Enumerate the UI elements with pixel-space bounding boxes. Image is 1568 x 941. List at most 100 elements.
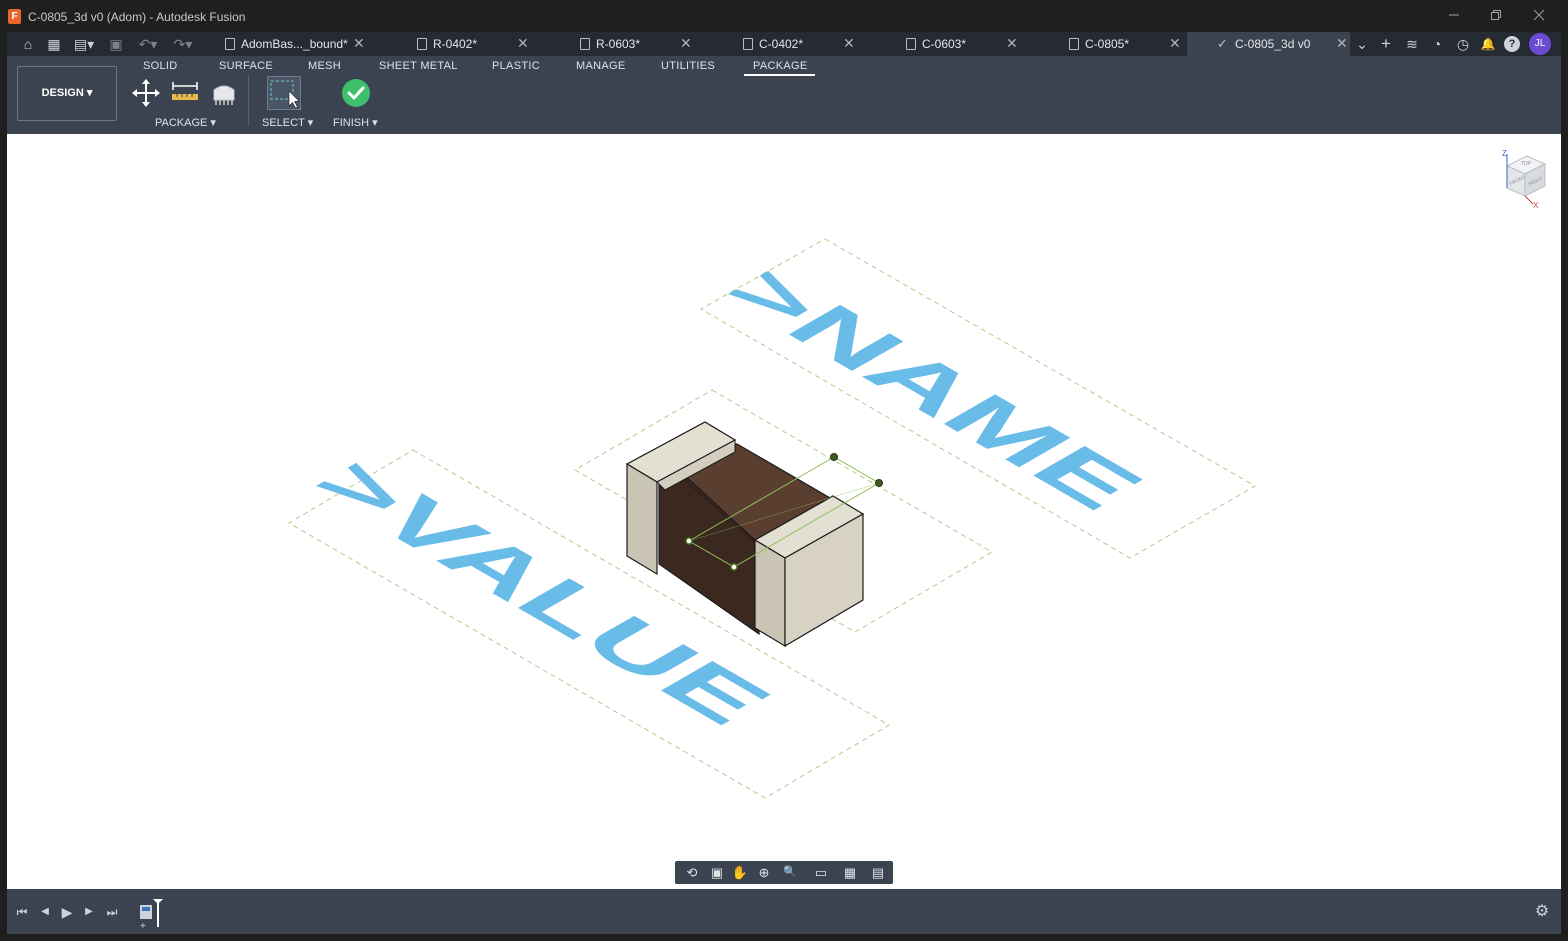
axis-x-label: X [1533, 201, 1539, 210]
timeline-next-icon[interactable]: ▶ [80, 903, 98, 921]
tab-package[interactable]: PACKAGE [753, 60, 807, 72]
viewcube-top-face[interactable]: TOP [1521, 161, 1532, 167]
finish-package-dropdown[interactable]: FINISH ▾ [333, 116, 378, 129]
measure-icon[interactable] [170, 78, 200, 108]
tab-surface[interactable]: SURFACE [219, 60, 273, 72]
axis-z-label: Z [1502, 149, 1507, 158]
toolbar-ribbon: DESIGN ▾ SOLID SURFACE MESH SHEET METAL … [7, 56, 1561, 134]
package-generator-icon[interactable] [209, 78, 239, 108]
document-tab-bar: ⌂ ▦ ▤▾ ▣ ↶▾ ↷▾ AdomBas..._bound* ✕ R-040… [7, 32, 1561, 56]
save-icon[interactable]: ▣ [107, 34, 125, 54]
restore-button[interactable] [1486, 6, 1506, 26]
document-icon [417, 38, 427, 50]
help-icon[interactable]: ? [1504, 36, 1520, 52]
active-tab-indicator [744, 74, 815, 76]
fit-icon[interactable]: 🔍 [777, 863, 803, 882]
tab-overflow-chevron-icon[interactable]: ⌄ [1352, 34, 1372, 54]
tab-label: C-0603* [922, 37, 967, 51]
pan-icon[interactable]: ✋ [730, 863, 750, 882]
minimize-button[interactable] [1444, 6, 1464, 26]
undo-icon[interactable]: ↶▾ [134, 34, 162, 54]
redo-icon[interactable]: ↷▾ [169, 34, 197, 54]
navigation-toolbar: ⟲ ▣ ✋ ⊕ 🔍 ▭ ▦ ▤ [675, 861, 893, 884]
package-group-dropdown[interactable]: PACKAGE ▾ [155, 116, 216, 129]
select-window-icon[interactable] [267, 76, 301, 110]
timeline-feature-icon[interactable]: + [138, 897, 166, 931]
sketch-point[interactable] [875, 479, 883, 487]
extensions-icon[interactable]: ≋ [1402, 34, 1422, 54]
file-menu-icon[interactable]: ▤▾ [71, 34, 97, 54]
data-panel-icon[interactable]: ▦ [45, 34, 63, 54]
document-icon [580, 38, 590, 50]
history-clock-icon[interactable]: ◷ [1453, 34, 1473, 54]
sketch-point[interactable] [685, 537, 693, 545]
select-group-dropdown[interactable]: SELECT ▾ [262, 116, 313, 129]
tab-adombase[interactable]: AdomBas..._bound* ✕ [225, 32, 373, 56]
display-settings-icon[interactable]: ▭ [807, 863, 835, 882]
saved-check-icon: ✓ [1217, 36, 1228, 51]
document-icon [1069, 38, 1079, 50]
tab-r-0603[interactable]: R-0603* ✕ [580, 32, 700, 56]
tab-label: C-0805* [1085, 37, 1130, 51]
finish-checkmark-icon[interactable] [341, 78, 371, 108]
look-at-icon[interactable]: ▣ [707, 863, 727, 882]
home-icon[interactable]: ⌂ [19, 34, 37, 54]
viewcube[interactable]: TOP FRONT RIGHT Z X [1497, 148, 1555, 210]
grid-snaps-icon[interactable]: ▦ [837, 863, 863, 882]
sketch-point[interactable] [830, 453, 838, 461]
window-title: C-0805_3d v0 (Adom) - Autodesk Fusion [28, 10, 246, 24]
ribbon-divider [248, 76, 249, 126]
tab-label: R-0402* [433, 37, 478, 51]
svg-text:+: + [140, 921, 146, 931]
document-icon [743, 38, 753, 50]
tab-close-icon[interactable]: ✕ [353, 35, 365, 52]
fusion-app-icon: F [8, 9, 21, 24]
move-icon[interactable] [131, 78, 161, 108]
timeline-settings-gear-icon[interactable]: ⚙ [1533, 903, 1551, 921]
sketch-point[interactable] [730, 563, 738, 571]
tab-mesh[interactable]: MESH [308, 60, 341, 72]
tab-close-icon[interactable]: ✕ [1169, 35, 1181, 52]
zoom-icon[interactable]: ⊕ [754, 863, 774, 882]
tab-c-0402[interactable]: C-0402* ✕ [743, 32, 863, 56]
tab-manage[interactable]: MANAGE [576, 60, 625, 72]
new-tab-plus-icon[interactable]: + [1376, 34, 1396, 54]
document-icon [906, 38, 916, 50]
tab-sheet-metal[interactable]: SHEET METAL [379, 60, 458, 72]
job-status-icon[interactable]: ◔ [1427, 34, 1447, 54]
tab-close-icon[interactable]: ✕ [1006, 35, 1018, 52]
timeline-play-icon[interactable]: ▶ [58, 903, 76, 921]
title-bar: F C-0805_3d v0 (Adom) - Autodesk Fusion [0, 0, 1568, 32]
viewports-icon[interactable]: ▤ [865, 863, 891, 882]
timeline-bar: ⏮ ◀ ▶ ▶ ⏭ + ⚙ [7, 889, 1561, 934]
tab-plastic[interactable]: PLASTIC [492, 60, 540, 72]
tab-label: C-0402* [759, 37, 804, 51]
tab-r-0402[interactable]: R-0402* ✕ [417, 32, 537, 56]
tab-close-icon[interactable]: ✕ [843, 35, 855, 52]
tab-label: R-0603* [596, 37, 641, 51]
tab-close-icon[interactable]: ✕ [517, 35, 529, 52]
document-icon [225, 38, 235, 50]
user-avatar[interactable]: JL [1529, 33, 1551, 55]
close-icon [1533, 9, 1545, 21]
timeline-prev-icon[interactable]: ◀ [36, 903, 54, 921]
orbit-icon[interactable]: ⟲ [679, 863, 705, 882]
timeline-last-icon[interactable]: ⏭ [103, 903, 121, 921]
tab-close-icon[interactable]: ✕ [680, 35, 692, 52]
minimize-icon [1449, 14, 1459, 16]
timeline-first-icon[interactable]: ⏮ [13, 903, 31, 921]
close-window-button[interactable] [1529, 6, 1549, 26]
3d-canvas-viewport[interactable]: >NAME >VALUE TOP FRONT RIGHT Z X ⟲ ▣ ✋ ⊕… [7, 134, 1561, 889]
tab-c-0805[interactable]: C-0805* ✕ [1069, 32, 1189, 56]
3d-scene[interactable]: >NAME >VALUE [7, 134, 1561, 889]
tab-close-icon[interactable]: ✕ [1336, 35, 1348, 52]
workspace-switcher-button[interactable]: DESIGN ▾ [17, 66, 117, 121]
tab-utilities[interactable]: UTILITIES [661, 60, 715, 72]
notifications-bell-icon[interactable]: 🔔 [1478, 34, 1498, 54]
tab-c-0603[interactable]: C-0603* ✕ [906, 32, 1026, 56]
tab-c-0805-3d-active[interactable]: ✓ C-0805_3d v0 ✕ [1187, 32, 1350, 56]
tab-label: C-0805_3d v0 [1235, 37, 1311, 51]
window-bottom-border [0, 934, 1568, 941]
tab-solid[interactable]: SOLID [143, 60, 178, 72]
restore-icon [1491, 10, 1501, 20]
